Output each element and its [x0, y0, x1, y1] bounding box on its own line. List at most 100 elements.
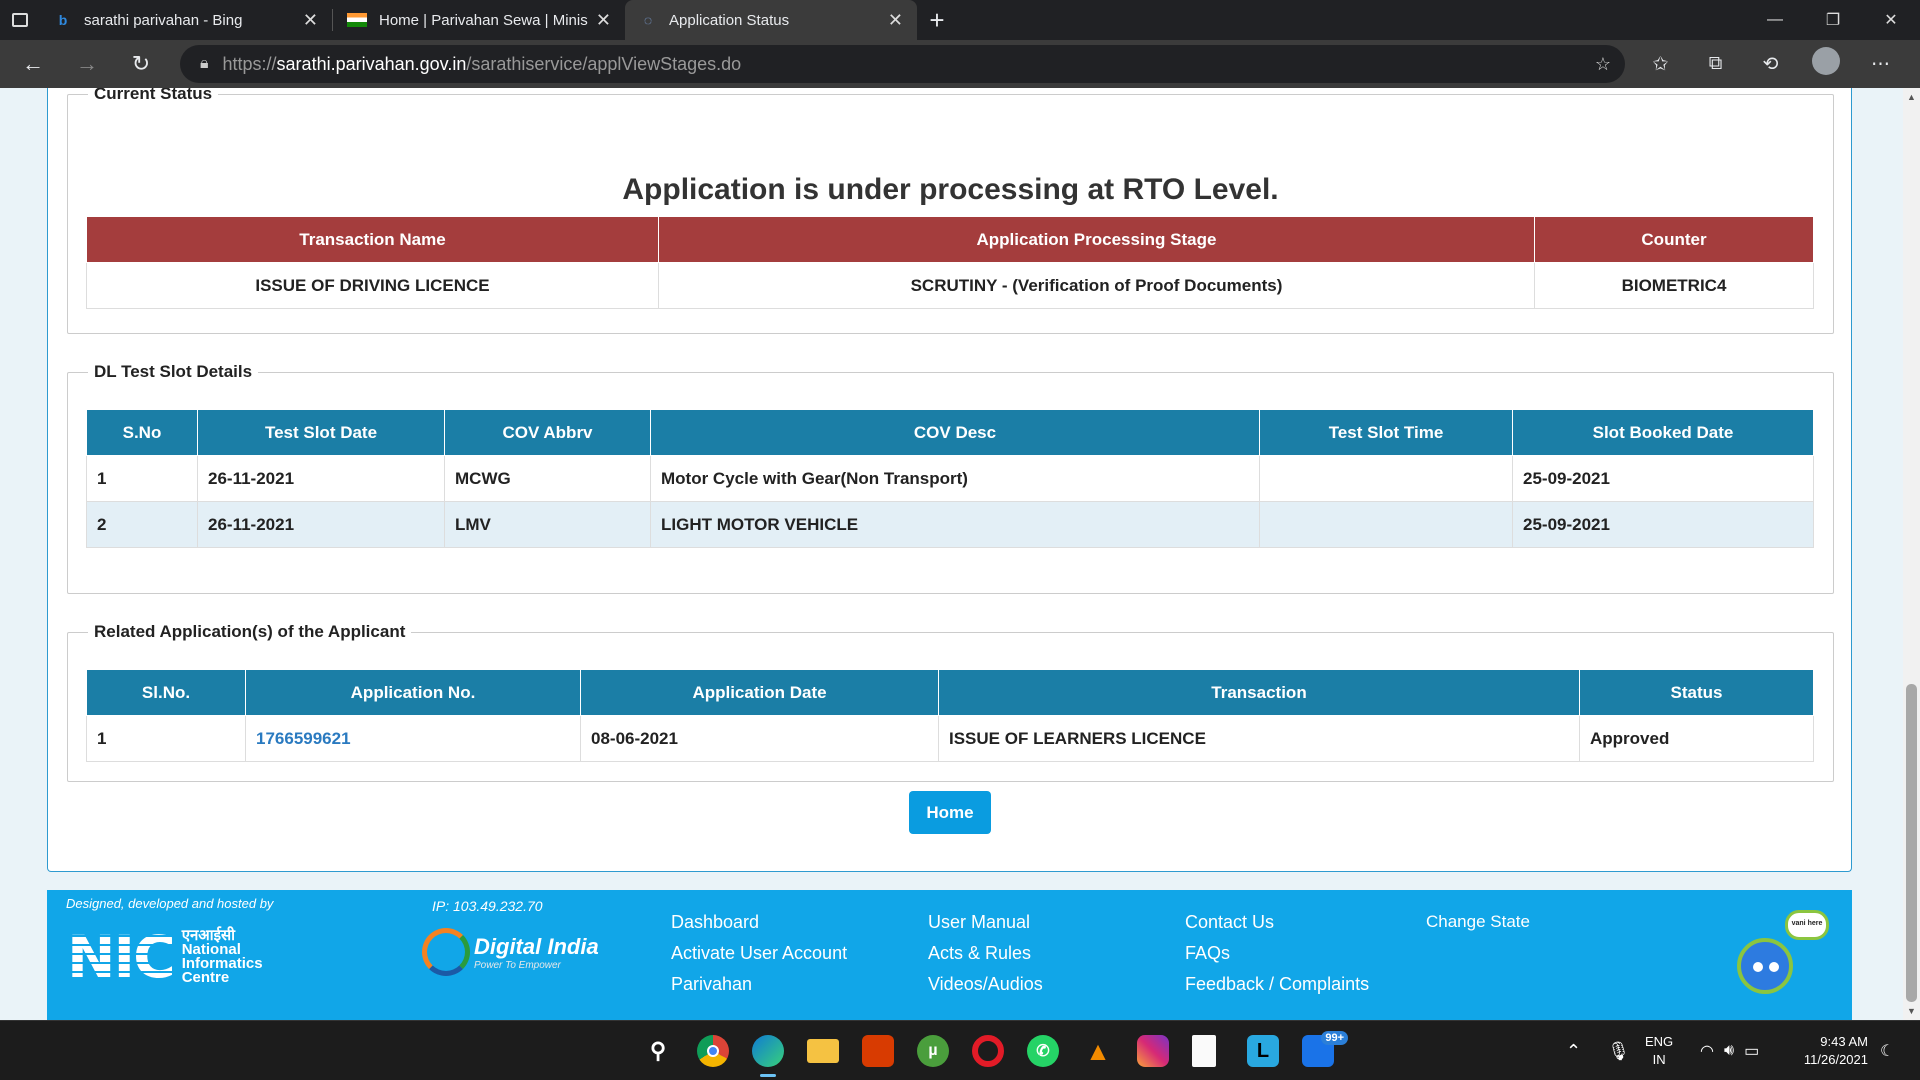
footer-link-feedback[interactable]: Feedback / Complaints — [1185, 974, 1369, 995]
utorrent-icon[interactable]: µ — [917, 1035, 949, 1067]
digital-india-tagline: Power To Empower — [474, 959, 561, 971]
vlc-icon[interactable]: ▲ — [1082, 1035, 1114, 1067]
page-content: Current Status Application is under proc… — [0, 88, 1903, 1020]
language-indicator[interactable]: ENG IN — [1645, 1021, 1673, 1080]
sarathi-icon: ◌ — [643, 12, 653, 28]
site-footer: Designed, developed and hosted by NIC एन… — [47, 890, 1852, 1020]
nic-logo-mark: NIC — [67, 923, 176, 991]
status-message: Application is under processing at RTO L… — [622, 173, 1279, 206]
vertical-scrollbar[interactable]: ▲ ▼ — [1903, 88, 1920, 1020]
nic-logo[interactable]: NIC एनआईसी National Informatics Centre — [67, 928, 263, 986]
digital-india-icon — [422, 928, 470, 976]
wifi-icon[interactable]: ◠ — [1700, 1041, 1714, 1061]
chrome-icon[interactable] — [697, 1035, 729, 1067]
scrollbar-thumb[interactable] — [1906, 684, 1917, 1002]
close-tab-icon[interactable]: ✕ — [596, 10, 611, 31]
collections-icon[interactable]: ⧉ — [1688, 53, 1743, 75]
application-number-link[interactable]: 1766599621 — [256, 729, 351, 748]
column-header: S.No — [86, 409, 198, 456]
column-header: Sl.No. — [86, 669, 246, 716]
dl-test-slot-section: DL Test Slot Details S.No Test Slot Date… — [67, 362, 1834, 594]
tab-title: Application Status — [669, 11, 790, 29]
table-cell — [1259, 501, 1513, 548]
office-icon[interactable] — [862, 1035, 894, 1067]
table-cell: 2 — [86, 501, 198, 548]
notepad-icon[interactable] — [1192, 1035, 1216, 1067]
tab-application-status[interactable]: ◌ Application Status ✕ — [625, 0, 917, 40]
footer-link-parivahan[interactable]: Parivahan — [671, 974, 752, 995]
tab-actions-icon[interactable] — [0, 0, 40, 40]
clock-time: 9:43 AM — [1820, 1034, 1868, 1049]
favorites-icon[interactable]: ✩ — [1633, 53, 1688, 76]
edge-icon[interactable] — [752, 1035, 784, 1077]
table-cell: ISSUE OF DRIVING LICENCE — [86, 262, 659, 309]
section-title: DL Test Slot Details — [88, 362, 259, 382]
nic-line: Centre — [181, 969, 230, 986]
footer-link-videos-audios[interactable]: Videos/Audios — [928, 974, 1043, 995]
instagram-icon[interactable] — [1137, 1035, 1169, 1067]
notification-center-icon[interactable]: ☾ — [1880, 1021, 1894, 1080]
start-icon[interactable] — [586, 1037, 614, 1065]
new-tab-button[interactable]: + — [917, 5, 957, 36]
column-header: Application No. — [245, 669, 581, 716]
tasks-app-icon[interactable]: 99+ — [1302, 1031, 1348, 1067]
tab-parivahan[interactable]: Home | Parivahan Sewa | Ministr ✕ — [333, 0, 625, 40]
microphone-icon[interactable]: 🎙︎ — [1607, 1041, 1630, 1062]
clock-date: 11/26/2021 — [1803, 1052, 1868, 1067]
close-tab-icon[interactable]: ✕ — [303, 10, 318, 31]
history-icon[interactable]: ⟲ — [1743, 53, 1798, 76]
related-applications-section: Related Application(s) of the Applicant … — [67, 622, 1834, 782]
table-cell: LIGHT MOTOR VEHICLE — [650, 501, 1260, 548]
table-cell: BIOMETRIC4 — [1534, 262, 1814, 309]
close-window-icon[interactable]: ✕ — [1862, 0, 1920, 40]
footer-link-contact-us[interactable]: Contact Us — [1185, 912, 1274, 933]
tab-bing[interactable]: b sarathi parivahan - Bing ✕ — [40, 0, 332, 40]
table-cell: 1 — [86, 455, 198, 502]
table-row: 1 1766599621 08-06-2021 ISSUE OF LEARNER… — [86, 715, 1814, 762]
footer-link-activate-account[interactable]: Activate User Account — [671, 943, 847, 964]
footer-link-user-manual[interactable]: User Manual — [928, 912, 1030, 933]
minimize-icon[interactable]: — — [1746, 0, 1804, 40]
footer-link-acts-rules[interactable]: Acts & Rules — [928, 943, 1031, 964]
footer-link-faqs[interactable]: FAQs — [1185, 943, 1230, 964]
main-panel: Current Status Application is under proc… — [47, 88, 1852, 872]
search-icon[interactable]: ⚲ — [642, 1035, 674, 1067]
close-tab-icon[interactable]: ✕ — [888, 10, 903, 31]
footer-link-dashboard[interactable]: Dashboard — [671, 912, 759, 933]
digital-india-logo[interactable]: Digital India Power To Empower — [422, 928, 599, 976]
opera-icon[interactable] — [972, 1035, 1004, 1067]
column-header: Application Processing Stage — [658, 216, 1535, 263]
section-title: Related Application(s) of the Applicant — [88, 622, 412, 642]
footer-link-change-state[interactable]: Change State — [1426, 912, 1530, 932]
battery-icon[interactable]: ▭ — [1744, 1041, 1759, 1061]
add-favorite-icon[interactable]: ☆ — [1595, 54, 1611, 75]
table-cell: 25-09-2021 — [1512, 455, 1814, 502]
current-status-section: Current Status Application is under proc… — [67, 88, 1834, 334]
volume-icon[interactable]: 🔊︎ — [1724, 1042, 1734, 1060]
table-row: 1 26-11-2021 MCWG Motor Cycle with Gear(… — [86, 455, 1814, 502]
whatsapp-icon[interactable]: ✆ — [1027, 1035, 1059, 1067]
table-cell: 08-06-2021 — [580, 715, 939, 762]
windows-taskbar: ⚲ µ ✆ ▲ L 99+ ⌃ 🎙︎ ENG IN ◠ 🔊︎ ▭ 9:43 AM… — [0, 1020, 1920, 1080]
forward-icon[interactable]: → — [60, 51, 114, 77]
home-button[interactable]: Home — [909, 791, 991, 834]
show-hidden-icons-icon[interactable]: ⌃ — [1566, 1041, 1581, 1062]
address-bar[interactable]: 🔒︎ https://sarathi.parivahan.gov.in/sara… — [180, 45, 1625, 83]
current-status-table: Transaction Name Application Processing … — [86, 216, 1814, 309]
l-app-icon[interactable]: L — [1247, 1035, 1279, 1067]
file-explorer-icon[interactable] — [807, 1039, 839, 1063]
more-menu-icon[interactable]: ⋯ — [1853, 53, 1908, 76]
column-header: COV Abbrv — [444, 409, 651, 456]
table-cell: Approved — [1579, 715, 1814, 762]
column-header: COV Desc — [650, 409, 1260, 456]
url-protocol: https:// — [222, 53, 277, 74]
back-icon[interactable]: ← — [6, 51, 60, 77]
maximize-icon[interactable]: ❐ — [1804, 0, 1862, 40]
table-row: 2 26-11-2021 LMV LIGHT MOTOR VEHICLE 25-… — [86, 501, 1814, 548]
refresh-icon[interactable]: ↻ — [114, 51, 168, 77]
profile-avatar[interactable] — [1798, 47, 1853, 81]
robot-icon — [1737, 938, 1793, 994]
dl-test-slot-table: S.No Test Slot Date COV Abbrv COV Desc T… — [86, 409, 1814, 548]
bing-icon: b — [58, 12, 68, 28]
clock[interactable]: 9:43 AM 11/26/2021 — [1790, 1021, 1868, 1080]
